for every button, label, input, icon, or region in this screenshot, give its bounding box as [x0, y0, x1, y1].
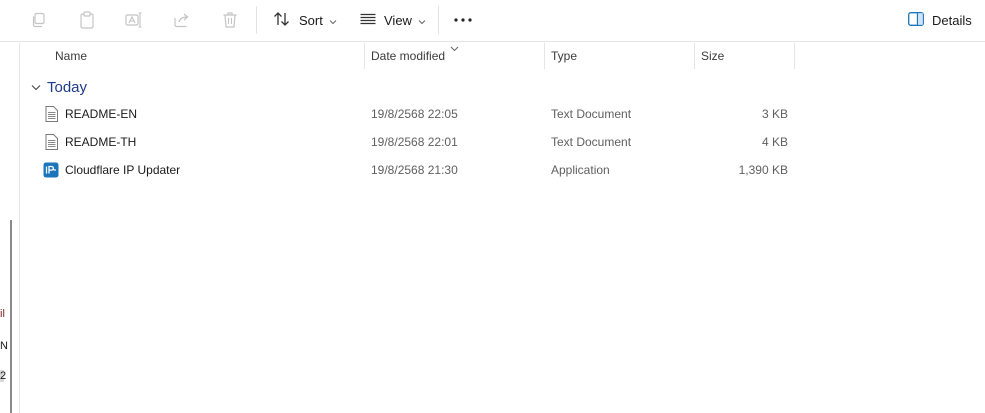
- file-name: README-EN: [65, 107, 138, 121]
- file-type: Text Document: [551, 135, 632, 149]
- group-header-today[interactable]: Today: [31, 77, 87, 97]
- navigation-pane-edge: il N 2: [0, 43, 20, 413]
- column-header-size-label: Size: [701, 49, 725, 63]
- delete-icon[interactable]: [220, 10, 240, 30]
- sort-icon: [273, 11, 291, 30]
- toolbar-separator: [256, 6, 257, 34]
- more-options-icon[interactable]: [453, 10, 473, 30]
- sort-descending-icon: [450, 41, 459, 55]
- view-label: View: [384, 12, 412, 28]
- sort-button[interactable]: Sort: [273, 8, 337, 32]
- file-date: 19/8/2568 22:01: [371, 135, 458, 149]
- text-document-icon: [43, 134, 59, 150]
- column-divider[interactable]: [544, 43, 545, 69]
- paste-icon[interactable]: [77, 10, 97, 30]
- column-header-type[interactable]: Type: [551, 43, 577, 69]
- nav-text-fragment: il: [0, 308, 5, 320]
- file-row[interactable]: README-TH 19/8/2568 22:01 Text Document …: [22, 128, 797, 156]
- text-document-icon: [43, 106, 59, 122]
- details-pane-button[interactable]: Details: [908, 8, 972, 32]
- file-row[interactable]: README-EN 19/8/2568 22:05 Text Document …: [22, 100, 797, 128]
- details-label: Details: [932, 12, 972, 28]
- copy-icon[interactable]: [28, 10, 48, 30]
- chevron-down-icon: [329, 13, 337, 28]
- column-header-name-label: Name: [55, 49, 88, 63]
- file-size: 4 KB: [761, 135, 788, 149]
- column-divider[interactable]: [364, 43, 365, 69]
- sort-label: Sort: [299, 12, 323, 28]
- command-bar: Sort View Details: [0, 0, 985, 42]
- file-type: Application: [551, 163, 610, 177]
- column-divider[interactable]: [694, 43, 695, 69]
- group-label: Today: [47, 78, 88, 96]
- view-list-icon: [360, 13, 376, 28]
- file-size: 3 KB: [761, 107, 788, 121]
- file-size: 1,390 KB: [738, 163, 788, 177]
- file-name: Cloudflare IP Updater: [65, 163, 181, 177]
- nav-scrollbar[interactable]: [10, 220, 12, 413]
- column-divider[interactable]: [794, 43, 795, 69]
- nav-text-fragment: N: [0, 340, 8, 352]
- file-name: README-TH: [65, 135, 137, 149]
- column-header-size[interactable]: Size: [701, 43, 724, 69]
- column-header-date-label: Date modified: [371, 49, 446, 63]
- file-type: Text Document: [551, 107, 632, 121]
- column-header-type-label: Type: [551, 49, 578, 63]
- file-row[interactable]: Cloudflare IP Updater 19/8/2568 21:30 Ap…: [22, 156, 797, 184]
- share-icon[interactable]: [172, 10, 192, 30]
- details-pane-icon: [908, 11, 924, 29]
- column-header-name[interactable]: Name: [55, 43, 87, 69]
- chevron-down-icon: [418, 13, 426, 28]
- column-header-date-modified[interactable]: Date modified: [371, 43, 445, 69]
- app-icon: [43, 162, 59, 178]
- file-date: 19/8/2568 22:05: [371, 107, 458, 121]
- nav-text-fragment: 2: [0, 370, 7, 382]
- view-button[interactable]: View: [360, 8, 426, 32]
- rename-icon[interactable]: [124, 10, 144, 30]
- chevron-down-icon: [31, 80, 41, 94]
- file-date: 19/8/2568 21:30: [371, 163, 458, 177]
- toolbar-separator: [438, 6, 439, 34]
